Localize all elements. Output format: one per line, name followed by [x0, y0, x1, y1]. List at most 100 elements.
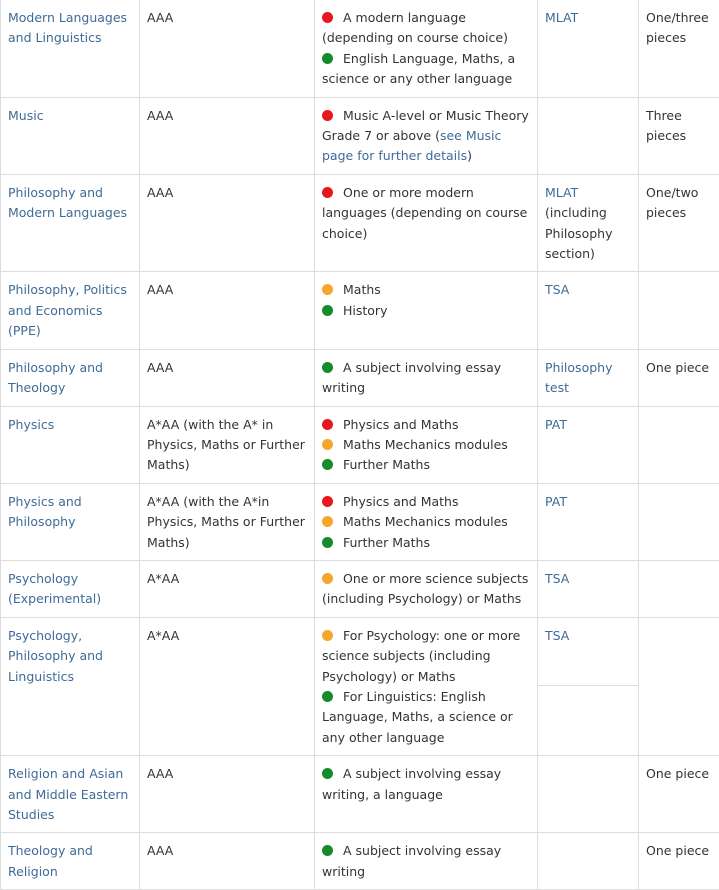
admissions-test-cell: TSA: [538, 560, 639, 617]
course-cell: Philosophy, Politics and Economics (PPE): [1, 272, 140, 349]
admissions-test-cell: TSA: [538, 272, 639, 349]
requirement-item: A subject involving essay writing, a lan…: [322, 764, 530, 805]
requirements-cell: A modern language (depending on course c…: [315, 0, 538, 97]
offer-cell: A*AA (with the A* in Physics, Maths or F…: [140, 406, 315, 483]
requirement-text: Maths Mechanics modules: [343, 437, 508, 452]
course-link-philosophy-and-theology[interactable]: Philosophy and Theology: [8, 360, 103, 395]
green-dot-icon: [322, 537, 333, 548]
table-row: Philosophy, Politics and Economics (PPE)…: [1, 272, 719, 349]
table-row: Music AAAMusic A-level or Music Theory Gr…: [1, 97, 719, 174]
course-cell: Physics: [1, 406, 140, 483]
test-note: (including Philosophy section): [545, 205, 612, 261]
course-link-religion-and-asian-and-middle-eastern-studies[interactable]: Religion and Asian and Middle Eastern St…: [8, 766, 128, 822]
offer-cell: A*AA: [140, 617, 315, 755]
requirement-text: For Linguistics: English Language, Maths…: [322, 689, 513, 745]
admissions-test-cell: MLAT (including Philosophy section): [538, 174, 639, 272]
admissions-test-cell: [538, 756, 639, 833]
requirement-text: A subject involving essay writing: [322, 843, 501, 878]
requirement-text: Further Maths: [343, 535, 430, 550]
requirement-item: A subject involving essay writing: [322, 358, 530, 399]
course-link-psychology-philosophy-and-linguistics[interactable]: Psychology, Philosophy and Linguistics: [8, 628, 103, 684]
requirement-text: A modern language (depending on course c…: [322, 10, 508, 45]
amber-dot-icon: [322, 516, 333, 527]
amber-dot-icon: [322, 284, 333, 295]
test-link-mlat[interactable]: MLAT: [545, 185, 578, 200]
offer-cell: AAA: [140, 97, 315, 174]
course-cell: Modern Languages and Linguistics: [1, 0, 140, 97]
green-dot-icon: [322, 305, 333, 316]
course-link-philosophy-and-modern-languages[interactable]: Philosophy and Modern Languages: [8, 185, 127, 220]
test-link-tsa[interactable]: TSA: [545, 571, 569, 586]
requirement-item: English Language, Maths, a science or an…: [322, 49, 530, 90]
requirement-item: History: [322, 301, 530, 321]
written-work-cell: [639, 272, 719, 349]
test-link-mlat[interactable]: MLAT: [545, 10, 578, 25]
red-dot-icon: [322, 496, 333, 507]
written-work-cell: [639, 483, 719, 560]
requirement-text: Physics and Maths: [343, 494, 458, 509]
requirement-text: Further Maths: [343, 457, 430, 472]
course-link-physics[interactable]: Physics: [8, 417, 54, 432]
offer-cell: AAA: [140, 756, 315, 833]
green-dot-icon: [322, 459, 333, 470]
course-cell: Philosophy and Theology: [1, 349, 140, 406]
offer-cell: A*AA: [140, 560, 315, 617]
requirement-item: For Psychology: one or more science subj…: [322, 626, 530, 687]
offer-cell: AAA: [140, 833, 315, 890]
table-row: Philosophy and TheologyAAAA subject invo…: [1, 349, 719, 406]
course-link-music[interactable]: Music: [8, 108, 44, 123]
empty-sub-cell: [538, 686, 638, 746]
admissions-test-cell: TSA: [538, 617, 639, 755]
table-row: Philosophy and Modern Languages AAAOne or…: [1, 174, 719, 272]
requirement-item: Physics and Maths: [322, 415, 530, 435]
course-link-theology-and-religion[interactable]: Theology and Religion: [8, 843, 93, 878]
table-row: Theology and Religion AAAA subject involv…: [1, 833, 719, 890]
requirements-cell: A subject involving essay writing: [315, 833, 538, 890]
test-link-tsa[interactable]: TSA: [545, 282, 569, 297]
test-link-pat[interactable]: PAT: [545, 417, 567, 432]
course-link-philosophy-politics-and-economics-ppe[interactable]: Philosophy, Politics and Economics (PPE): [8, 282, 127, 338]
requirement-item: Maths Mechanics modules: [322, 435, 530, 455]
green-dot-icon: [322, 53, 333, 64]
written-work-cell: One piece: [639, 349, 719, 406]
course-link-physics-and-philosophy[interactable]: Physics and Philosophy: [8, 494, 82, 529]
admissions-test-cell: PAT: [538, 483, 639, 560]
course-link-psychology-experimental[interactable]: Psychology (Experimental): [8, 571, 101, 606]
green-dot-icon: [322, 362, 333, 373]
table-row: Physics A*AA (with the A* in Physics, Mat…: [1, 406, 719, 483]
admissions-test-cell: [538, 833, 639, 890]
course-cell: Theology and Religion: [1, 833, 140, 890]
table-row: Religion and Asian and Middle Eastern St…: [1, 756, 719, 833]
requirement-text: A subject involving essay writing: [322, 360, 501, 395]
requirement-item: Further Maths: [322, 533, 530, 553]
requirement-text: A subject involving essay writing, a lan…: [322, 766, 501, 801]
requirement-text: One or more modern languages (depending …: [322, 185, 527, 241]
table-row: Psychology (Experimental) A*AAOne or more…: [1, 560, 719, 617]
amber-dot-icon: [322, 573, 333, 584]
requirement-text: Maths: [343, 282, 381, 297]
written-work-cell: One/two pieces: [639, 174, 719, 272]
requirements-cell: A subject involving essay writing, a lan…: [315, 756, 538, 833]
offer-cell: AAA: [140, 0, 315, 97]
admissions-test-cell: PAT: [538, 406, 639, 483]
offer-cell: A*AA (with the A*in Physics, Maths or Fu…: [140, 483, 315, 560]
requirements-cell: Physics and Maths Maths Mechanics modules…: [315, 406, 538, 483]
written-work-cell: [639, 617, 719, 755]
requirements-cell: For Psychology: one or more science subj…: [315, 617, 538, 755]
requirements-cell: A subject involving essay writing: [315, 349, 538, 406]
admissions-test-sub-cell: TSA: [538, 618, 638, 686]
requirement-item: Physics and Maths: [322, 492, 530, 512]
written-work-cell: [639, 560, 719, 617]
test-link-pat[interactable]: PAT: [545, 494, 567, 509]
red-dot-icon: [322, 419, 333, 430]
course-cell: Philosophy and Modern Languages: [1, 174, 140, 272]
test-link-tsa[interactable]: TSA: [545, 628, 569, 643]
requirement-item: One or more science subjects (including …: [322, 569, 530, 610]
requirements-cell: Music A-level or Music Theory Grade 7 or…: [315, 97, 538, 174]
requirements-cell: Maths History: [315, 272, 538, 349]
course-link-modern-languages-and-linguistics[interactable]: Modern Languages and Linguistics: [8, 10, 127, 45]
offer-cell: AAA: [140, 174, 315, 272]
course-cell: Religion and Asian and Middle Eastern St…: [1, 756, 140, 833]
test-link-philosophy-test[interactable]: Philosophy test: [545, 360, 612, 395]
table-row: Physics and Philosophy A*AA (with the A*i…: [1, 483, 719, 560]
